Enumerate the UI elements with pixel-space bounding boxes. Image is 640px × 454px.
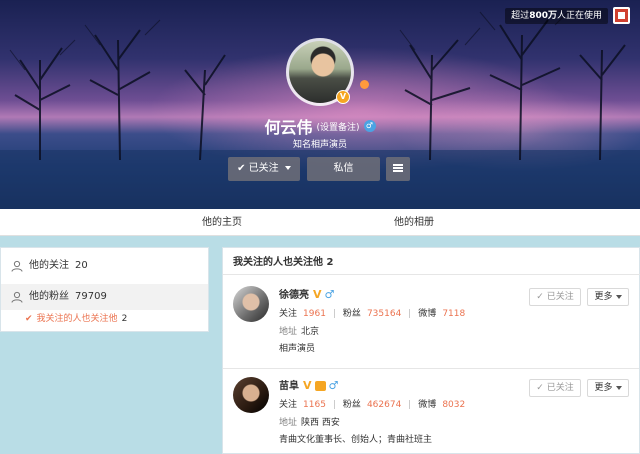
check-icon: ✔ xyxy=(25,314,33,324)
more-dropdown-button[interactable]: 更多 xyxy=(587,379,629,397)
check-icon: ✔ xyxy=(237,163,246,174)
more-label: 更多 xyxy=(594,383,613,393)
fans-label: 粉丝 xyxy=(342,309,361,319)
user-stats: 关注 1961 粉丝 735164 微博 7118 xyxy=(279,306,465,319)
profile-cover: 超过800万人正在使用 V 何云伟 (设置备注) ♂ 知名相声演员 ✔ 已关注 私信 xyxy=(0,0,640,209)
member-crown-icon xyxy=(314,381,326,391)
sidebar-item-fans[interactable]: 他的粉丝 79709 xyxy=(1,284,208,310)
user-name[interactable]: 徐德亮 xyxy=(279,290,309,301)
address-label: 地址 xyxy=(279,327,298,337)
following-dropdown-button[interactable]: ✔ 已关注 xyxy=(228,157,300,181)
chevron-down-icon xyxy=(615,385,622,390)
followed-button[interactable]: ✓ 已关注 xyxy=(529,379,581,397)
address-value: 陕西 西安 xyxy=(301,418,340,428)
fans-count: 79709 xyxy=(75,291,107,302)
person-icon xyxy=(11,291,23,303)
fans-count[interactable]: 735164 xyxy=(367,309,401,319)
user-address: 地址 陕西 西安 xyxy=(279,415,340,428)
following-button-label: 已关注 xyxy=(248,163,279,174)
more-label: 更多 xyxy=(594,292,613,302)
sidebar-item-following[interactable]: 他的关注 20 xyxy=(1,253,208,279)
users-count-badge: 超过800万人正在使用 xyxy=(505,8,608,24)
following-label: 他的关注 xyxy=(29,260,69,271)
follow-label: 关注 xyxy=(279,309,298,319)
users-badge-number: 800万 xyxy=(529,11,557,21)
more-dropdown-button[interactable]: 更多 xyxy=(587,288,629,306)
app-corner-icon[interactable] xyxy=(613,7,630,24)
users-badge-suffix: 人正在使用 xyxy=(556,11,602,21)
tab-album[interactable]: 他的相册 xyxy=(394,209,434,236)
verified-icon: V xyxy=(336,90,350,104)
address-value: 北京 xyxy=(301,327,320,337)
male-icon: ♂ xyxy=(324,288,335,301)
user-name-row: 苗阜 V ♂ xyxy=(279,377,338,392)
avatar[interactable] xyxy=(233,286,269,322)
male-icon: ♂ xyxy=(363,120,376,132)
fans-label: 他的粉丝 xyxy=(29,291,69,302)
follow-count[interactable]: 1165 xyxy=(303,400,326,410)
mutual-follows-panel: 我关注的人也关注他 2 徐德亮 V ♂ 关注 1961 粉丝 735164 微博 7118 地… xyxy=(222,247,640,454)
set-remark-link[interactable]: (设置备注) xyxy=(316,123,359,133)
panel-title: 我关注的人也关注他 2 xyxy=(233,257,334,268)
profile-tab-bar: 他的主页 他的相册 xyxy=(0,209,640,236)
mutual-count: 2 xyxy=(121,314,128,324)
user-name-row: 徐德亮 V ♂ xyxy=(279,286,334,301)
weibo-label: 微博 xyxy=(418,309,437,319)
profile-name-row: 何云伟 (设置备注) ♂ xyxy=(0,114,640,138)
chevron-down-icon xyxy=(615,294,622,299)
fans-count[interactable]: 462674 xyxy=(367,400,401,410)
user-name[interactable]: 苗阜 xyxy=(279,381,299,392)
profile-description: 知名相声演员 xyxy=(292,140,347,150)
verified-icon: V xyxy=(313,288,322,301)
fans-label: 粉丝 xyxy=(342,400,361,410)
address-label: 地址 xyxy=(279,418,298,428)
weibo-count[interactable]: 7118 xyxy=(442,309,465,319)
list-item: 苗阜 V ♂ 关注 1165 粉丝 462674 微博 8032 地址 陕西 西安 青曲文化董事… xyxy=(223,368,639,454)
user-description: 青曲文化董事长、创始人；青曲社班主 xyxy=(279,435,433,445)
users-badge-prefix: 超过 xyxy=(511,11,530,21)
weibo-label: 微博 xyxy=(418,400,437,410)
tab-home[interactable]: 他的主页 xyxy=(202,209,242,236)
relationship-sidebar: 他的关注 20 他的粉丝 79709 ✔ 我关注的人也关注他 2 xyxy=(0,247,209,332)
chevron-down-icon xyxy=(284,166,291,170)
status-dot-icon xyxy=(360,80,369,89)
follow-label: 关注 xyxy=(279,400,298,410)
user-stats: 关注 1165 粉丝 462674 微博 8032 xyxy=(279,397,465,410)
avatar[interactable] xyxy=(233,377,269,413)
divider xyxy=(223,274,640,275)
follow-count[interactable]: 1961 xyxy=(303,309,326,319)
list-item: 徐德亮 V ♂ 关注 1961 粉丝 735164 微博 7118 地址 北京 相声演员 ✓ 已… xyxy=(223,278,639,364)
following-count: 20 xyxy=(75,260,88,271)
sidebar-item-mutual-follows[interactable]: ✔ 我关注的人也关注他 2 xyxy=(25,311,127,324)
user-description: 相声演员 xyxy=(279,344,316,354)
hamburger-icon xyxy=(393,164,403,172)
user-address: 地址 北京 xyxy=(279,324,319,337)
more-menu-button[interactable] xyxy=(386,157,410,181)
followed-button[interactable]: ✓ 已关注 xyxy=(529,288,581,306)
message-button[interactable]: 私信 xyxy=(307,157,380,181)
profile-name: 何云伟 xyxy=(264,118,313,137)
weibo-count[interactable]: 8032 xyxy=(442,400,465,410)
male-icon: ♂ xyxy=(328,379,339,392)
verified-icon: V xyxy=(303,379,312,392)
mutual-label: 我关注的人也关注他 xyxy=(36,314,118,324)
person-icon xyxy=(11,260,23,272)
